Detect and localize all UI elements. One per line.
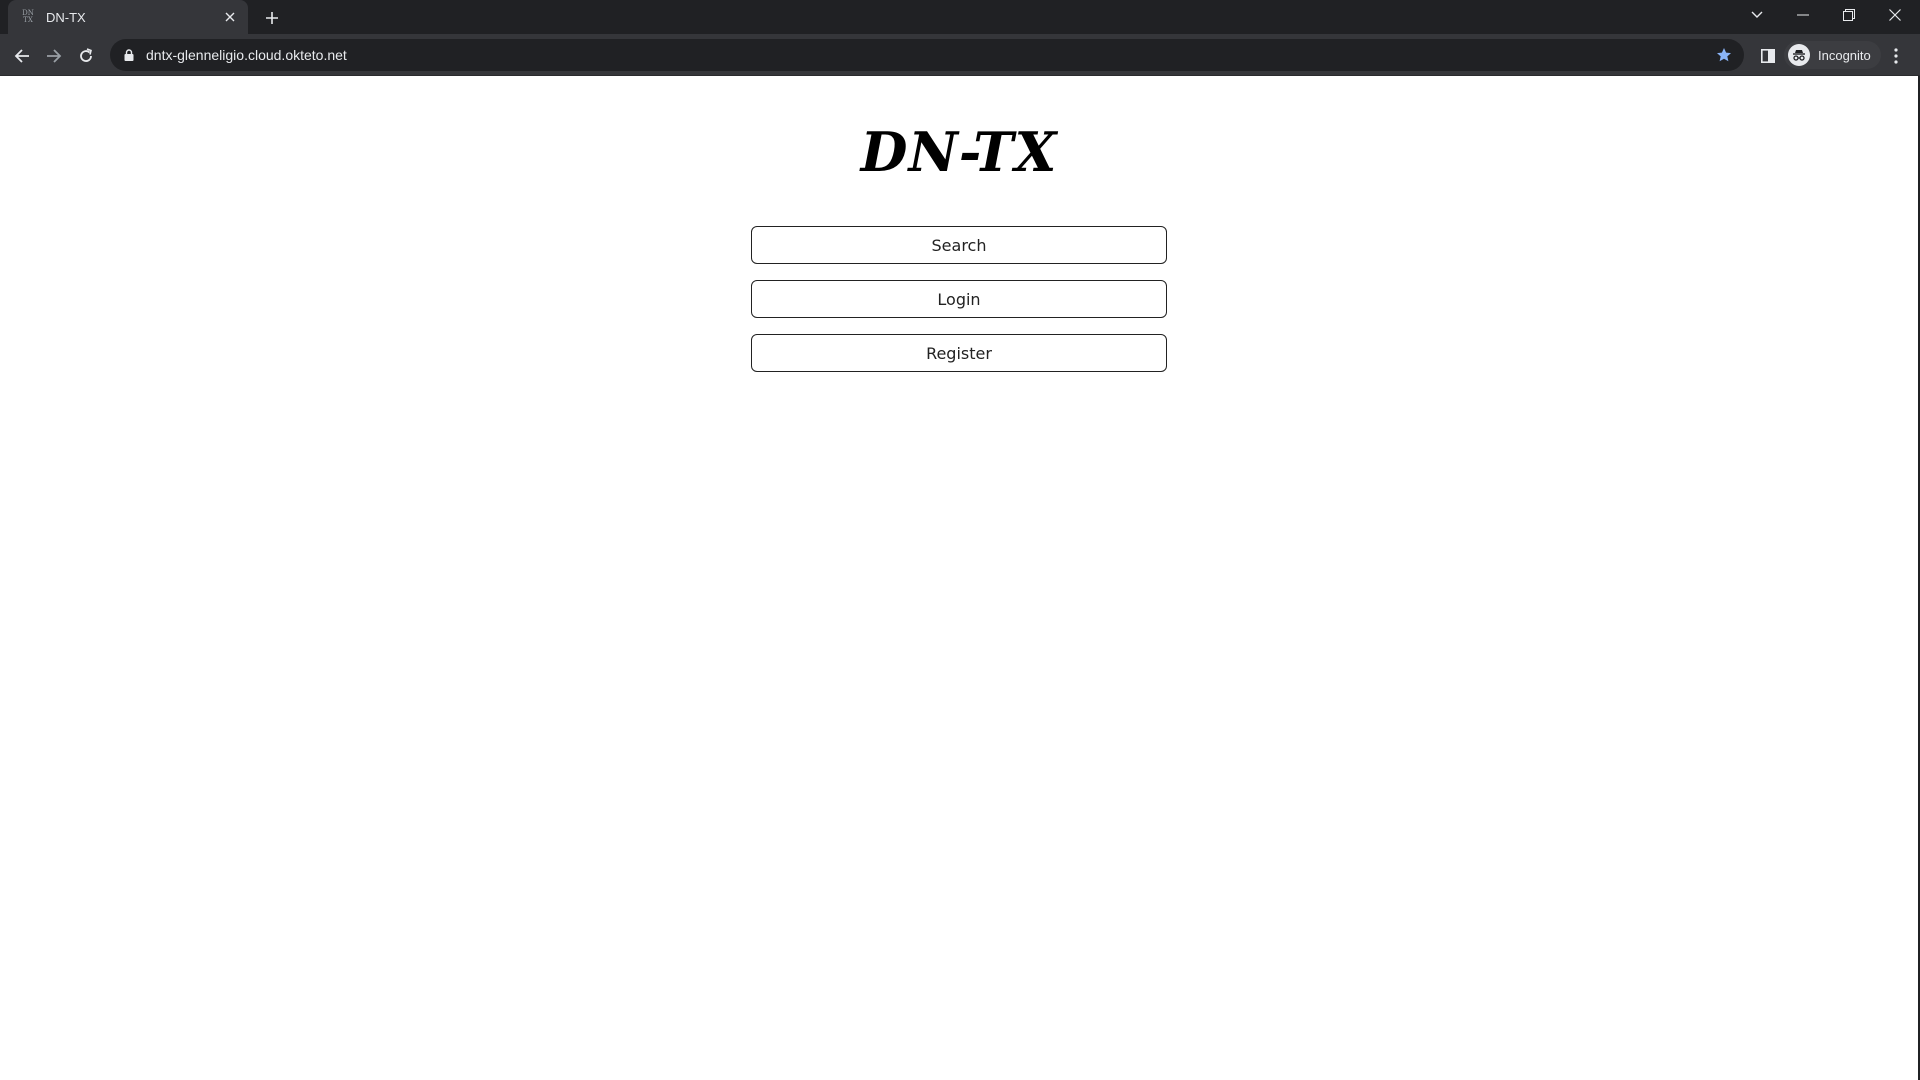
search-button[interactable]: Search — [751, 226, 1167, 264]
incognito-icon — [1788, 44, 1810, 66]
reload-icon[interactable] — [72, 42, 100, 70]
url-text[interactable]: dntx-glenneligio.cloud.okteto.net — [146, 47, 347, 63]
new-tab-plus-icon[interactable] — [260, 6, 284, 30]
lock-icon[interactable] — [122, 48, 136, 62]
login-button[interactable]: Login — [751, 280, 1167, 318]
tab-search-chevron-down-icon[interactable] — [1734, 0, 1780, 30]
tab-title: DN-TX — [46, 9, 86, 25]
tab-strip: DN TX DN-TX — [0, 0, 1920, 34]
browser-tab[interactable]: DN TX DN-TX — [8, 0, 248, 34]
favicon-line-2: TX — [23, 16, 33, 24]
back-arrow-icon[interactable] — [8, 42, 36, 70]
incognito-label: Incognito — [1818, 47, 1871, 63]
restore-icon[interactable] — [1826, 0, 1872, 30]
tab-close-icon[interactable] — [222, 9, 238, 25]
browser-toolbar: dntx-glenneligio.cloud.okteto.net Incogn… — [0, 34, 1920, 76]
bookmark-star-icon[interactable] — [1714, 45, 1734, 65]
address-bar[interactable]: dntx-glenneligio.cloud.okteto.net — [110, 39, 1744, 71]
register-button[interactable]: Register — [751, 334, 1167, 372]
minimize-icon[interactable] — [1780, 0, 1826, 30]
site-favicon-icon: DN TX — [20, 9, 36, 25]
close-window-icon[interactable] — [1872, 0, 1918, 30]
page-viewport: DN-TX Search Login Register — [0, 76, 1920, 1080]
page-title: DN-TX — [860, 120, 1058, 184]
kebab-menu-icon[interactable] — [1882, 42, 1910, 70]
forward-arrow-icon[interactable] — [40, 42, 68, 70]
incognito-profile-button[interactable]: Incognito — [1784, 41, 1881, 69]
side-panel-icon[interactable] — [1754, 42, 1782, 70]
